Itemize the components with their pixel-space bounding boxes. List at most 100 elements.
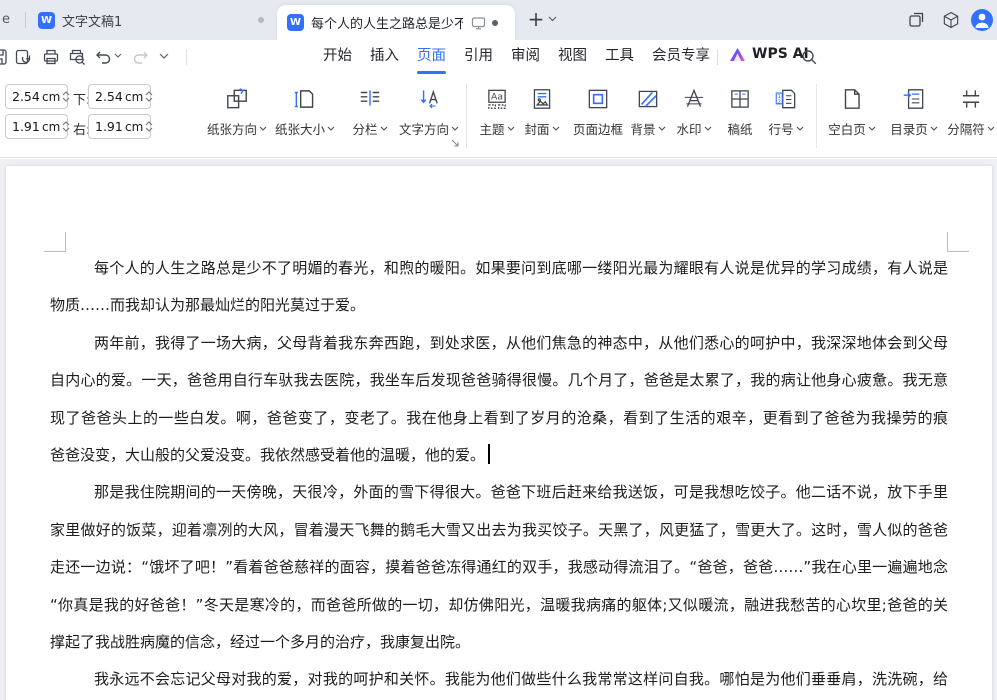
tab-separator (25, 12, 26, 28)
toolbar-chevron-icon[interactable] (159, 53, 169, 59)
menu-tab-page[interactable]: 页面 (408, 40, 455, 74)
user-avatar[interactable] (971, 9, 993, 31)
print-preview-icon[interactable] (68, 48, 87, 66)
watermark-button[interactable]: 水印 (666, 83, 722, 147)
columns-button[interactable]: 分栏 (344, 83, 396, 147)
line-number-button[interactable]: 12 行号 (758, 83, 814, 147)
wps-ai-logo-icon (729, 47, 746, 62)
button-label: 纸张方向 (207, 119, 257, 138)
monitor-icon (471, 16, 486, 30)
svg-text:2: 2 (778, 99, 781, 105)
document-tab-1[interactable]: W 文字文稿1 (28, 0, 274, 40)
blank-page-button[interactable]: 空白页 (821, 83, 883, 147)
menu-tab-tools[interactable]: 工具 (596, 40, 643, 74)
watermark-icon (681, 83, 707, 115)
chevron-down-icon (552, 126, 560, 131)
button-label: 主题 (479, 119, 504, 138)
cube-icon[interactable] (941, 10, 961, 30)
toc-page-button[interactable]: 目录页 (883, 83, 945, 147)
toc-page-icon (901, 83, 927, 115)
chevron-down-icon (451, 126, 459, 131)
text-cursor (488, 444, 490, 464)
spinner-icon[interactable] (62, 91, 70, 102)
margin-bottom-input[interactable] (95, 89, 125, 104)
button-label: 行号 (768, 119, 793, 138)
paper-size-button[interactable]: 纸张大小 (273, 83, 337, 147)
undo-icon[interactable] (94, 48, 112, 65)
manuscript-grid-icon (727, 83, 753, 115)
document-line: 家里做好的饭菜，迎着凛冽的大风，冒着漫天飞舞的鹅毛大雪又出去为我买饺子。天黑了，… (50, 512, 948, 549)
chevron-down-icon (987, 126, 995, 131)
button-label: 封面 (524, 119, 549, 138)
columns-icon (357, 83, 383, 115)
menu-tab-review[interactable]: 审阅 (502, 40, 549, 74)
paper-size-icon (292, 83, 318, 115)
spinner-icon[interactable] (145, 121, 153, 132)
margin-top-field[interactable]: cm (5, 84, 68, 109)
chevron-down-icon (327, 126, 335, 131)
ribbon-group-separator (816, 84, 817, 148)
margin-right-input[interactable] (95, 119, 125, 134)
document-tab-2-active[interactable]: W 每个人的人生之路总是少不了 (277, 5, 515, 40)
menu-tab-home[interactable]: 开始 (314, 40, 361, 74)
partial-tab-label[interactable]: e (2, 12, 10, 27)
new-tab-chevron-icon[interactable] (548, 16, 557, 22)
margin-top-input[interactable] (12, 89, 42, 104)
new-tab-button[interactable]: + (524, 7, 548, 33)
spinner-icon[interactable] (62, 121, 70, 132)
page-setup-launcher-icon[interactable] (450, 138, 460, 148)
search-icon[interactable] (801, 49, 818, 66)
menubar-separator (717, 49, 718, 65)
save-icon[interactable] (0, 48, 8, 66)
margin-right-field[interactable]: cm (88, 114, 151, 139)
margin-corner-mark-left (44, 232, 66, 252)
button-label: 背景 (630, 119, 655, 138)
quickbar-separator (186, 49, 187, 65)
page-border-icon (585, 83, 611, 115)
chevron-down-icon (658, 126, 666, 131)
margin-left-field[interactable]: cm (5, 114, 68, 139)
menu-tab-view[interactable]: 视图 (549, 40, 596, 74)
blank-page-icon (839, 83, 865, 115)
document-line: 物质……而我却认为那最灿烂的阳光莫过于爱。 (50, 287, 948, 324)
print-icon[interactable] (42, 48, 60, 66)
paper-orientation-button[interactable]: 纸张方向 (205, 83, 269, 147)
margin-unit: cm (42, 120, 60, 134)
document-text[interactable]: 每个人的人生之路总是少不了明媚的春光，和煦的暖阳。如果要问到底哪一缕阳光最为耀眼… (50, 250, 948, 699)
unsaved-dot-icon (258, 17, 264, 23)
document-line: 现了爸爸头上的一些白发。啊，爸爸变了，变老了。我在他身上看到了岁月的沧桑，看到了… (50, 400, 948, 437)
margin-left-input[interactable] (12, 119, 42, 134)
svg-text:Aa: Aa (491, 92, 503, 103)
document-line: 爸爸没变，大山般的父爱没变。我依然感受着他的温暖，他的爱。 (50, 437, 948, 474)
button-label: 分栏 (352, 119, 377, 138)
margin-corner-mark-right (947, 232, 969, 252)
manuscript-paper-button[interactable]: 稿纸 (718, 83, 762, 147)
button-label: 页面边框 (573, 119, 623, 138)
document-page[interactable]: 每个人的人生之路总是少不了明媚的春光，和煦的暖阳。如果要问到底哪一缕阳光最为耀眼… (6, 166, 992, 700)
chevron-down-icon (259, 126, 267, 131)
margin-bottom-field[interactable]: cm (88, 84, 151, 109)
menu-tab-reference[interactable]: 引用 (455, 40, 502, 74)
button-label: 文字方向 (399, 119, 449, 138)
menu-tab-member[interactable]: 会员专享 (643, 40, 719, 74)
button-label: 纸张大小 (275, 119, 325, 138)
document-line: 我永远不会忘记父母对我的爱，对我的呵护和关怀。我能为他们做些什么我常常这样问自我… (50, 661, 948, 698)
document-line: 撑起了我战胜病魔的信念，经过一个多月的治疗，我康复出院。 (50, 624, 948, 661)
menu-tabs: 开始 插入 页面 引用 审阅 视图 工具 会员专享 (314, 40, 719, 74)
titlebar: e W 文字文稿1 W 每个人的人生之路总是少不了 + (0, 0, 997, 40)
window-layout-icon[interactable] (907, 10, 926, 29)
document-line: 每个人的人生之路总是少不了明媚的春光，和煦的暖阳。如果要问到底哪一缕阳光最为耀眼… (50, 250, 948, 287)
page-break-button[interactable]: 分隔符 (940, 83, 997, 147)
theme-icon: Aa (484, 83, 510, 115)
export-icon[interactable] (14, 48, 32, 66)
margin-unit: cm (125, 120, 143, 134)
redo-icon[interactable] (132, 48, 150, 65)
undo-chevron-icon[interactable] (114, 53, 122, 58)
wps-ai-button[interactable]: WPS AI (729, 46, 809, 62)
button-label: 目录页 (890, 119, 928, 138)
menu-tab-insert[interactable]: 插入 (361, 40, 408, 74)
document-line: 两年前，我得了一场大病，父母背着我东奔西跑，到处求医，从他们焦急的神态中，从他们… (50, 325, 948, 362)
spinner-icon[interactable] (145, 91, 153, 102)
document-line: “你真是我的好爸爸！”冬天是寒冷的，而爸爸所做的一切，却仿佛阳光，温暖我病痛的躯… (50, 587, 948, 624)
chevron-down-icon (796, 126, 804, 131)
